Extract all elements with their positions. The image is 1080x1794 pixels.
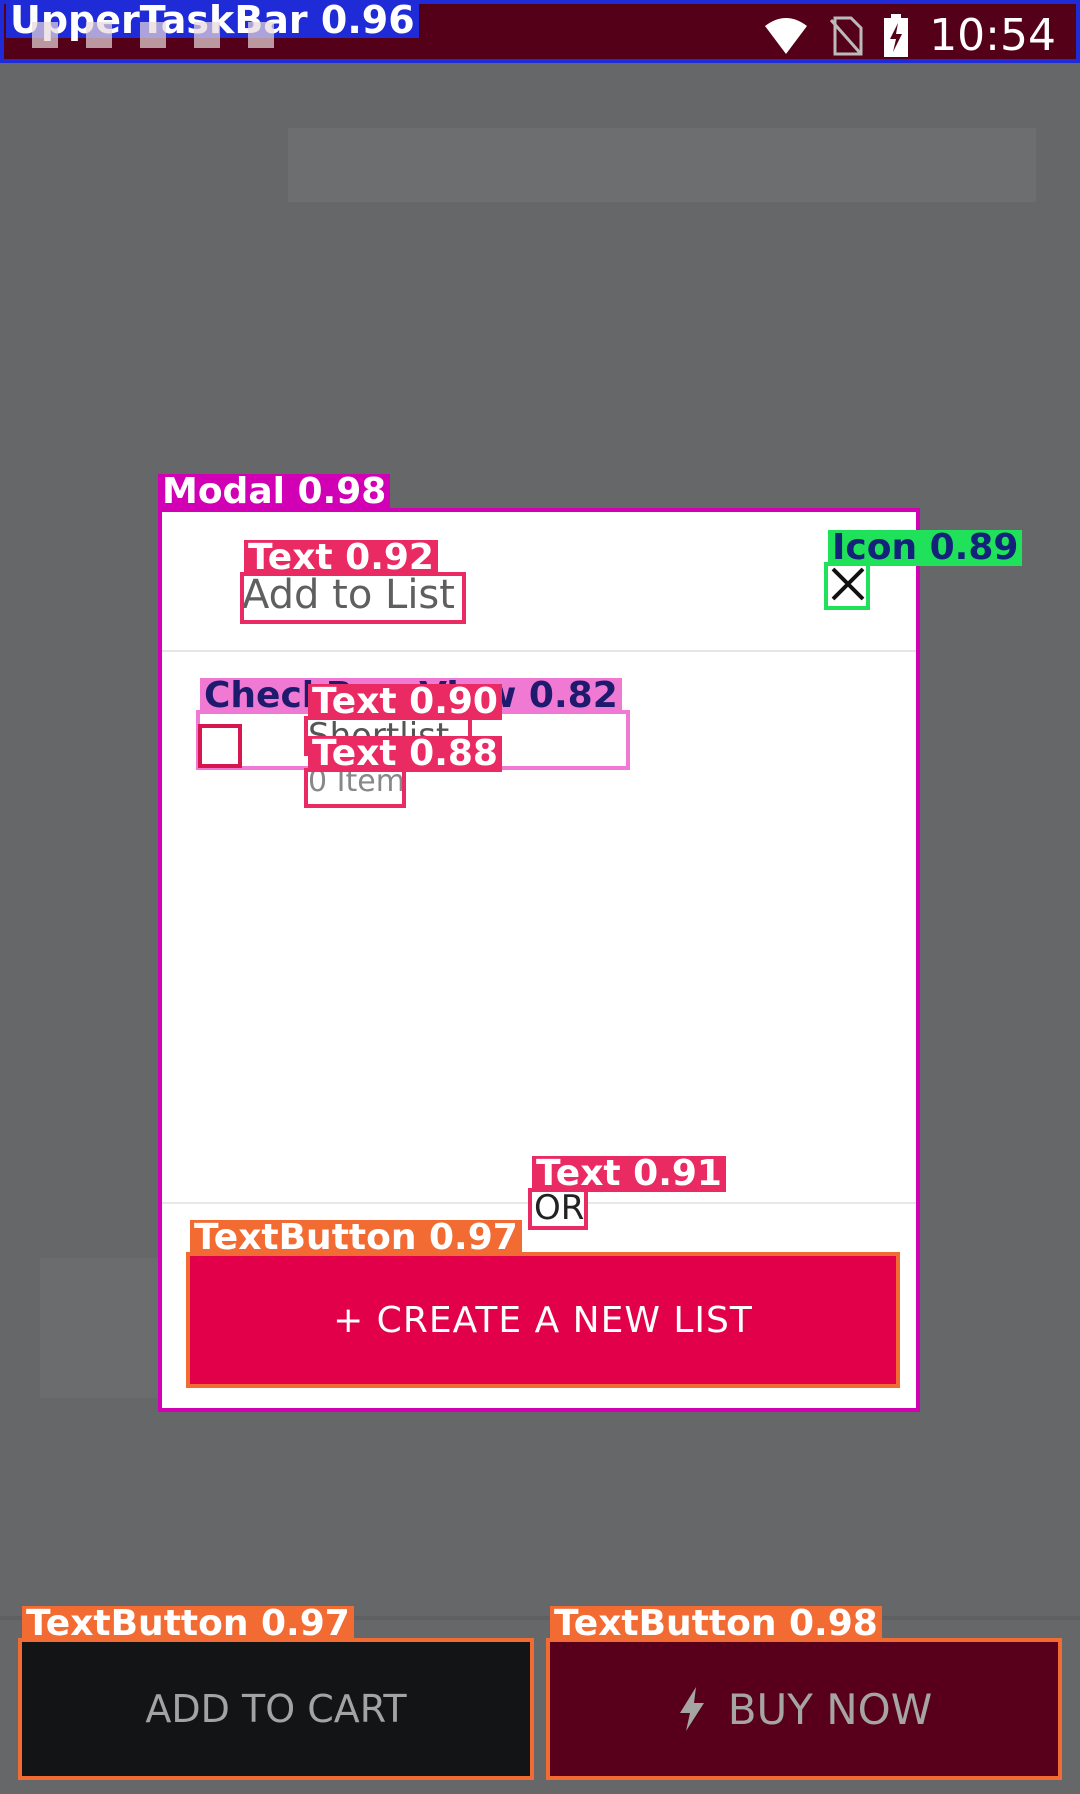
- notification-icon: [194, 22, 220, 48]
- clock-time: 10:54: [929, 10, 1056, 61]
- buy-now-detection-box: TextButton 0.98: [546, 1606, 1062, 1780]
- title-detection-box: Text 0.92: [240, 540, 466, 624]
- shortlist-checkbox[interactable]: [198, 724, 242, 768]
- item-count-detection-label: Text 0.88: [308, 736, 502, 772]
- create-button-detection-box: TextButton 0.97: [186, 1220, 900, 1388]
- notification-icon: [140, 22, 166, 48]
- item-count-detection-box: Text 0.88: [304, 736, 502, 808]
- add-to-cart-detection-label: TextButton 0.97: [22, 1606, 354, 1642]
- buy-now-detection-label: TextButton 0.98: [550, 1606, 882, 1642]
- close-icon-detection-box: Icon 0.89: [824, 530, 1023, 610]
- close-icon-detection-label: Icon 0.89: [828, 530, 1023, 566]
- status-area: 10:54: [763, 10, 1056, 61]
- or-detection-box: Text 0.91: [528, 1156, 726, 1230]
- background-block: [40, 1258, 160, 1398]
- modal-detection-label: Modal 0.98: [158, 474, 391, 510]
- add-to-list-modal: Modal 0.98 Add to List Text 0.92 Icon 0.…: [158, 474, 1023, 1412]
- wifi-icon: [765, 17, 808, 54]
- battery-charging-icon: [884, 13, 909, 57]
- notification-icons: [32, 22, 274, 48]
- notification-icon: [86, 22, 112, 48]
- or-detection-label: Text 0.91: [532, 1156, 726, 1192]
- notification-icon: [248, 22, 274, 48]
- upper-task-bar: UpperTaskBar 0.96 10:54: [0, 0, 1080, 63]
- modal-header: Add to List Text 0.92 Icon 0.89: [162, 512, 1023, 652]
- no-sim-icon: [830, 16, 863, 55]
- background-bar: [288, 128, 1036, 202]
- notification-icon: [32, 22, 58, 48]
- title-detection-label: Text 0.92: [244, 540, 438, 576]
- add-to-cart-detection-box: TextButton 0.97: [18, 1606, 534, 1780]
- list-name-detection-label: Text 0.90: [308, 684, 502, 720]
- create-button-detection-label: TextButton 0.97: [190, 1220, 522, 1256]
